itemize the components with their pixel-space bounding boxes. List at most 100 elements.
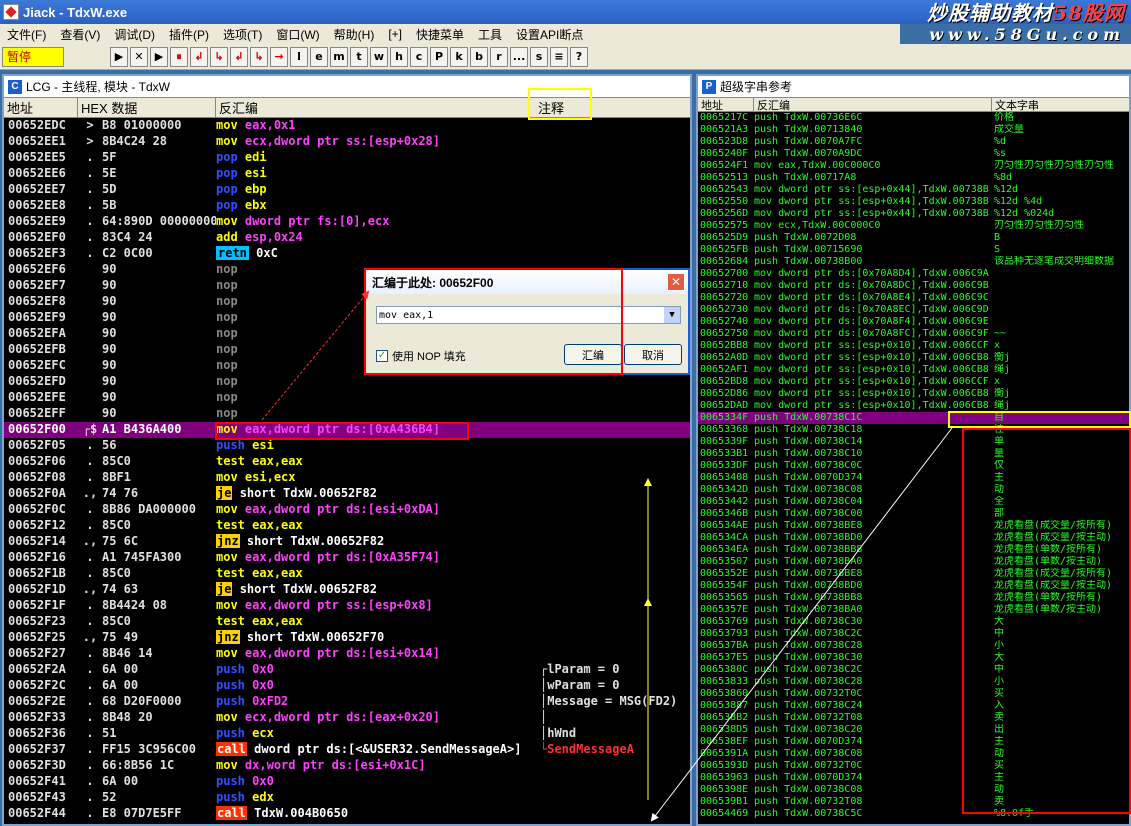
- string-row[interactable]: 0065256D mov dword ptr ss:[esp+0x44],TdxW…: [698, 208, 1129, 220]
- string-row[interactable]: 00652D86 mov dword ptr ss:[esp+0x10],TdxW…: [698, 388, 1129, 400]
- disasm-row[interactable]: 00652F43. 52 push edx: [4, 790, 690, 806]
- menu-item[interactable]: 窗口(W): [269, 26, 326, 43]
- string-row[interactable]: 006523D8 push TdxW.0070A7FC %d: [698, 136, 1129, 148]
- close-icon[interactable]: ✕: [667, 273, 685, 291]
- disasm-row[interactable]: 00652F3D. 66:8B56 1C mov dx,word ptr ds:[e…: [4, 758, 690, 774]
- disasm-row[interactable]: 00652F1B. 85C0 test eax,eax: [4, 566, 690, 582]
- col-disasm[interactable]: 反汇编: [216, 98, 530, 117]
- toolbar-button[interactable]: ✕: [130, 46, 148, 67]
- disasm-row[interactable]: 00652F25., 75 49 jnz short TdxW.00652F70: [4, 630, 690, 646]
- menu-item[interactable]: 选项(T): [216, 26, 269, 43]
- toolbar-button[interactable]: ...: [510, 46, 528, 67]
- str-col-text[interactable]: 文本字串: [992, 98, 1129, 112]
- toolbar-button[interactable]: m: [330, 46, 348, 67]
- string-row[interactable]: 00652550 mov dword ptr ss:[esp+0x44],TdxW…: [698, 196, 1129, 208]
- menu-item[interactable]: 调试(D): [107, 26, 162, 43]
- disasm-row[interactable]: 00652EE6. 5E pop esi: [4, 166, 690, 182]
- menu-item[interactable]: 插件(P): [162, 26, 216, 43]
- menu-item[interactable]: 快捷菜单: [409, 26, 471, 43]
- disasm-row[interactable]: 00652EFF 90 nop: [4, 406, 690, 422]
- toolbar-button[interactable]: ↳: [250, 46, 268, 67]
- string-row[interactable]: 00652543 mov dword ptr ss:[esp+0x44],TdxW…: [698, 184, 1129, 196]
- toolbar-button[interactable]: ▶: [110, 46, 128, 67]
- disasm-row[interactable]: 00652F12. 85C0 test eax,eax: [4, 518, 690, 534]
- disasm-row[interactable]: 00652EE1 >8B4C24 28 mov ecx,dword ptr ss:[…: [4, 134, 690, 150]
- disasm-row[interactable]: 00652EE5. 5F pop edi: [4, 150, 690, 166]
- disasm-row[interactable]: 00652EE9. 64:890D 00000000 mov dword ptr f…: [4, 214, 690, 230]
- cancel-button[interactable]: 取消: [624, 344, 682, 365]
- string-row[interactable]: 00652AF1 mov dword ptr ss:[esp+0x10],TdxW…: [698, 364, 1129, 376]
- toolbar-button[interactable]: ⏸: [170, 46, 188, 67]
- disasm-row[interactable]: 00652F27. 8B46 14 mov eax,dword ptr ds:[es…: [4, 646, 690, 662]
- menu-item[interactable]: 查看(V): [53, 26, 107, 43]
- disasm-row[interactable]: 00652F2C. 6A 00 push 0x0 │wParam = 0: [4, 678, 690, 694]
- disasm-row[interactable]: 00652F41. 6A 00 push 0x0: [4, 774, 690, 790]
- menu-item[interactable]: 工具: [471, 26, 509, 43]
- toolbar-button[interactable]: ↳: [210, 46, 228, 67]
- string-row[interactable]: 006525FB push TdxW.00715690 S: [698, 244, 1129, 256]
- disassembly-list[interactable]: 00652EDC > B8 01000000 mov eax,0x1 00652EE1 >…: [4, 118, 690, 822]
- string-row[interactable]: 00652BB8 mov dword ptr ss:[esp+0x10],TdxW…: [698, 340, 1129, 352]
- string-row[interactable]: 00652A0D mov dword ptr ss:[esp+0x10],TdxW…: [698, 352, 1129, 364]
- string-row[interactable]: 00652BD8 mov dword ptr ss:[esp+0x10],TdxW…: [698, 376, 1129, 388]
- toolbar-button[interactable]: ▶: [150, 46, 168, 67]
- disasm-row[interactable]: 00652EF3. C2 0C00 retn 0xC: [4, 246, 690, 262]
- col-addr[interactable]: 地址: [4, 98, 78, 117]
- string-row[interactable]: 00652513 push TdxW.00717A8 %8d: [698, 172, 1129, 184]
- disasm-row[interactable]: 00652EF0. 83C4 24 add esp,0x24: [4, 230, 690, 246]
- menu-item[interactable]: 文件(F): [0, 26, 53, 43]
- disasm-row[interactable]: 00652F23. 85C0 test eax,eax: [4, 614, 690, 630]
- disasm-row[interactable]: 00652EFD 90 nop: [4, 374, 690, 390]
- disasm-row[interactable]: 00652F2A. 6A 00 push 0x0 ┌lParam = 0: [4, 662, 690, 678]
- string-row[interactable]: 0065240F push TdxW.0070A9DC %s: [698, 148, 1129, 160]
- toolbar-button[interactable]: l: [290, 46, 308, 67]
- disasm-row[interactable]: 00652F33. 8B48 20 mov ecx,dword ptr ds:[ea…: [4, 710, 690, 726]
- toolbar-button[interactable]: ?: [570, 46, 588, 67]
- disasm-row[interactable]: 00652F44. E8 07D7E5FF call TdxW.004B0650: [4, 806, 690, 822]
- string-row[interactable]: 00652740 mov dword ptr ds:[0x70A8F4],TdxW…: [698, 316, 1129, 328]
- menu-item[interactable]: 设置API断点: [509, 26, 590, 43]
- string-row[interactable]: 006525D9 push TdxW.0072D08 B: [698, 232, 1129, 244]
- toolbar-button[interactable]: c: [410, 46, 428, 67]
- disasm-row[interactable]: 00652F1D., 74 63 je short TdxW.00652F82: [4, 582, 690, 598]
- toolbar-button[interactable]: t: [350, 46, 368, 67]
- disasm-row[interactable]: 00652F0C. 8B86 DA000000 mov eax,dword ptr …: [4, 502, 690, 518]
- string-row[interactable]: 006524F1 mov eax,TdxW.00C000C0 刃匀性刃匀性刃匀性刃匀…: [698, 160, 1129, 172]
- string-row[interactable]: 0065217C push TdxW.00736E6C 价格: [698, 112, 1129, 124]
- col-hex[interactable]: HEX 数据: [78, 98, 216, 117]
- disasm-row[interactable]: 00652F14., 75 6C jnz short TdxW.00652F82: [4, 534, 690, 550]
- string-row[interactable]: 00652730 mov dword ptr ds:[0x70A8EC],TdxW…: [698, 304, 1129, 316]
- toolbar-button[interactable]: e: [310, 46, 328, 67]
- toolbar-button[interactable]: h: [390, 46, 408, 67]
- toolbar-button[interactable]: →: [270, 46, 288, 67]
- string-row[interactable]: 00652684 push TdxW.00738B00 该品种无逐笔成交明细数据: [698, 256, 1129, 268]
- toolbar-button[interactable]: w: [370, 46, 388, 67]
- toolbar-button[interactable]: ↲: [190, 46, 208, 67]
- disasm-row[interactable]: 00652F2E. 68 D20F0000 push 0xFD2 │Message =…: [4, 694, 690, 710]
- string-row[interactable]: 00652720 mov dword ptr ds:[0x70A8E4],TdxW…: [698, 292, 1129, 304]
- toolbar-button[interactable]: ↲: [230, 46, 248, 67]
- disasm-row[interactable]: 00652EFE 90 nop: [4, 390, 690, 406]
- disasm-row[interactable]: 00652F1F. 8B4424 08 mov eax,dword ptr ss:[…: [4, 598, 690, 614]
- disasm-row[interactable]: 00652EDC > B8 01000000 mov eax,0x1: [4, 118, 690, 134]
- toolbar-button[interactable]: k: [450, 46, 468, 67]
- disasm-row[interactable]: 00652EE7. 5D pop ebp: [4, 182, 690, 198]
- disasm-row[interactable]: 00652F05. 56 push esi: [4, 438, 690, 454]
- disasm-row[interactable]: 00652F0A., 74 76 je short TdxW.00652F82: [4, 486, 690, 502]
- str-col-addr[interactable]: 地址: [698, 98, 754, 112]
- disasm-row[interactable]: 00652EE8. 5B pop ebx: [4, 198, 690, 214]
- string-row[interactable]: 00652710 mov dword ptr ds:[0x70A8DC],TdxW…: [698, 280, 1129, 292]
- menu-item[interactable]: 帮助(H): [327, 26, 382, 43]
- disasm-row[interactable]: 00652F37. FF15 3C956C00 call dword ptr ds:…: [4, 742, 690, 758]
- toolbar-button[interactable]: ≡: [550, 46, 568, 67]
- toolbar-button[interactable]: r: [490, 46, 508, 67]
- disasm-row[interactable]: 00652F06. 85C0 test eax,eax: [4, 454, 690, 470]
- chevron-down-icon[interactable]: ▼: [664, 307, 680, 323]
- string-row[interactable]: 00652750 mov dword ptr ds:[0x70A8FC],TdxW…: [698, 328, 1129, 340]
- string-row[interactable]: 006521A3 push TdxW.00713840 成交量: [698, 124, 1129, 136]
- toolbar-button[interactable]: P: [430, 46, 448, 67]
- str-col-disasm[interactable]: 反汇编: [754, 98, 992, 112]
- disasm-row[interactable]: 00652F08. 8BF1 mov esi,ecx: [4, 470, 690, 486]
- disasm-row[interactable]: 00652F16. A1 745FA300 mov eax,dword ptr ds…: [4, 550, 690, 566]
- toolbar-button[interactable]: s: [530, 46, 548, 67]
